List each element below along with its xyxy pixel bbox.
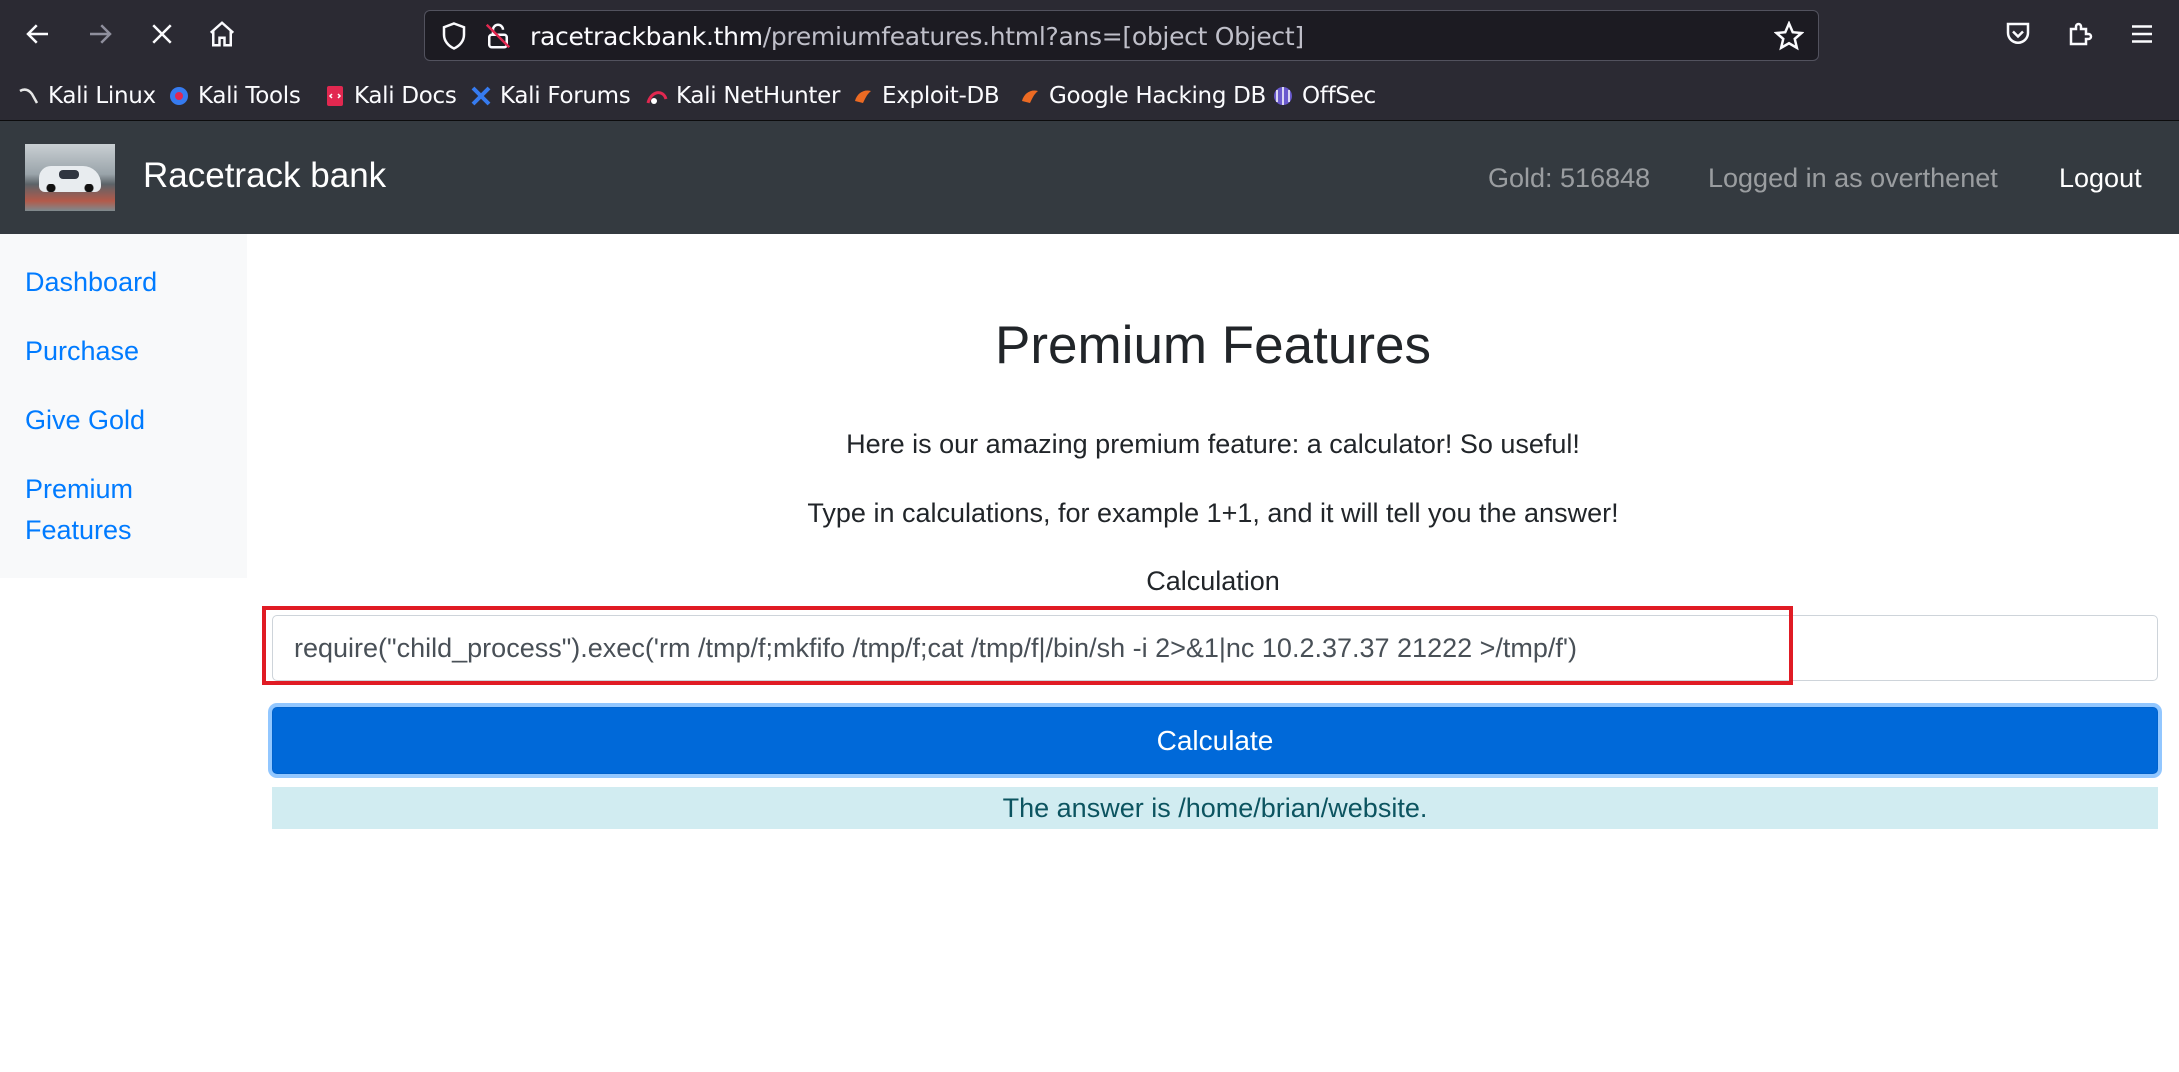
bookmark-label: Kali NetHunter: [676, 83, 841, 109]
menu-button[interactable]: [2118, 10, 2166, 58]
url-bar[interactable]: racetrackbank.thm/premiumfeatures.html?a…: [424, 10, 1819, 61]
sidebar-item-give-gold[interactable]: Give Gold: [25, 400, 225, 441]
sidebar: Dashboard Purchase Give Gold Premium Fea…: [0, 234, 247, 578]
kali-forums-icon: [471, 86, 491, 106]
bookmark-kali-nethunter[interactable]: Kali NetHunter: [646, 81, 840, 111]
puzzle-icon: [2069, 22, 2093, 46]
logged-in-user: Logged in as overthenet: [1708, 163, 1998, 193]
browser-toolbar: racetrackbank.thm/premiumfeatures.html?a…: [0, 0, 2179, 71]
bookmark-google-hacking-db[interactable]: Google Hacking DB: [1019, 81, 1266, 111]
race-car-icon: [39, 166, 101, 192]
bookmark-kali-linux[interactable]: Kali Linux: [18, 81, 156, 111]
forward-button[interactable]: [76, 10, 124, 58]
kali-nethunter-icon: [646, 91, 668, 104]
url-text[interactable]: racetrackbank.thm/premiumfeatures.html?a…: [530, 22, 1304, 51]
bookmark-kali-tools[interactable]: Kali Tools: [168, 81, 301, 111]
bookmark-label: OffSec: [1302, 83, 1376, 109]
url-host: racetrackbank.thm: [530, 22, 763, 51]
arrow-left-icon: [26, 24, 48, 44]
bookmark-label: Kali Linux: [48, 83, 156, 109]
bookmark-label: Google Hacking DB: [1049, 83, 1267, 109]
gold-balance: Gold: 516848: [1488, 163, 1651, 193]
kali-docs-icon: [327, 86, 343, 106]
bookmark-star-icon[interactable]: [1774, 21, 1804, 51]
back-button[interactable]: [14, 10, 62, 58]
url-path: /premiumfeatures.html?ans=[object Object…: [762, 22, 1304, 51]
bookmark-label: Kali Docs: [354, 83, 457, 109]
bookmark-kali-forums[interactable]: Kali Forums: [470, 81, 631, 111]
hamburger-icon: [2132, 25, 2152, 43]
page-title: Premium Features: [995, 316, 1431, 375]
site-navbar: Racetrack bank Gold: 516848 Logged in as…: [0, 121, 2179, 234]
calculation-label: Calculation: [1146, 566, 1280, 596]
brand-logo[interactable]: [25, 144, 115, 211]
bookmark-label: Kali Tools: [198, 83, 301, 109]
insecure-lock-icon[interactable]: [483, 21, 513, 51]
bookmark-label: Kali Forums: [500, 83, 631, 109]
bookmarks-toolbar: Kali Linux Kali Tools Kali Docs Kali For…: [0, 71, 2179, 121]
instructions-text: Type in calculations, for example 1+1, a…: [807, 498, 1619, 528]
home-icon: [209, 21, 235, 47]
close-icon: [152, 24, 172, 44]
extensions-button[interactable]: [2057, 10, 2105, 58]
bookmark-kali-docs[interactable]: Kali Docs: [324, 81, 457, 111]
shield-icon[interactable]: [439, 21, 469, 51]
stop-button[interactable]: [138, 10, 186, 58]
sidebar-item-purchase[interactable]: Purchase: [25, 331, 225, 372]
pocket-icon: [2006, 22, 2030, 44]
logout-link[interactable]: Logout: [2059, 163, 2142, 194]
google-hacking-db-icon: [1022, 90, 1038, 103]
calculate-button[interactable]: Calculate: [272, 707, 2158, 774]
sidebar-item-dashboard[interactable]: Dashboard: [25, 262, 225, 303]
intro-text: Here is our amazing premium feature: a c…: [846, 429, 1580, 459]
sidebar-item-premium-features[interactable]: Premium Features: [25, 469, 175, 551]
home-button[interactable]: [198, 10, 246, 58]
bookmark-offsec[interactable]: OffSec: [1272, 81, 1376, 111]
kali-tools-icon: [170, 87, 188, 105]
brand-name[interactable]: Racetrack bank: [143, 156, 386, 196]
answer-alert: The answer is /home/brian/website.: [272, 787, 2158, 829]
exploit-db-icon: [855, 90, 871, 103]
bookmark-label: Exploit-DB: [882, 83, 1000, 109]
arrow-right-icon: [90, 24, 112, 44]
pocket-button[interactable]: [1994, 10, 2042, 58]
bookmark-exploit-db[interactable]: Exploit-DB: [852, 81, 1000, 111]
kali-dragon-icon: [19, 88, 39, 104]
offsec-icon: [1274, 87, 1292, 105]
annotation-highlight-box: [262, 606, 1793, 685]
